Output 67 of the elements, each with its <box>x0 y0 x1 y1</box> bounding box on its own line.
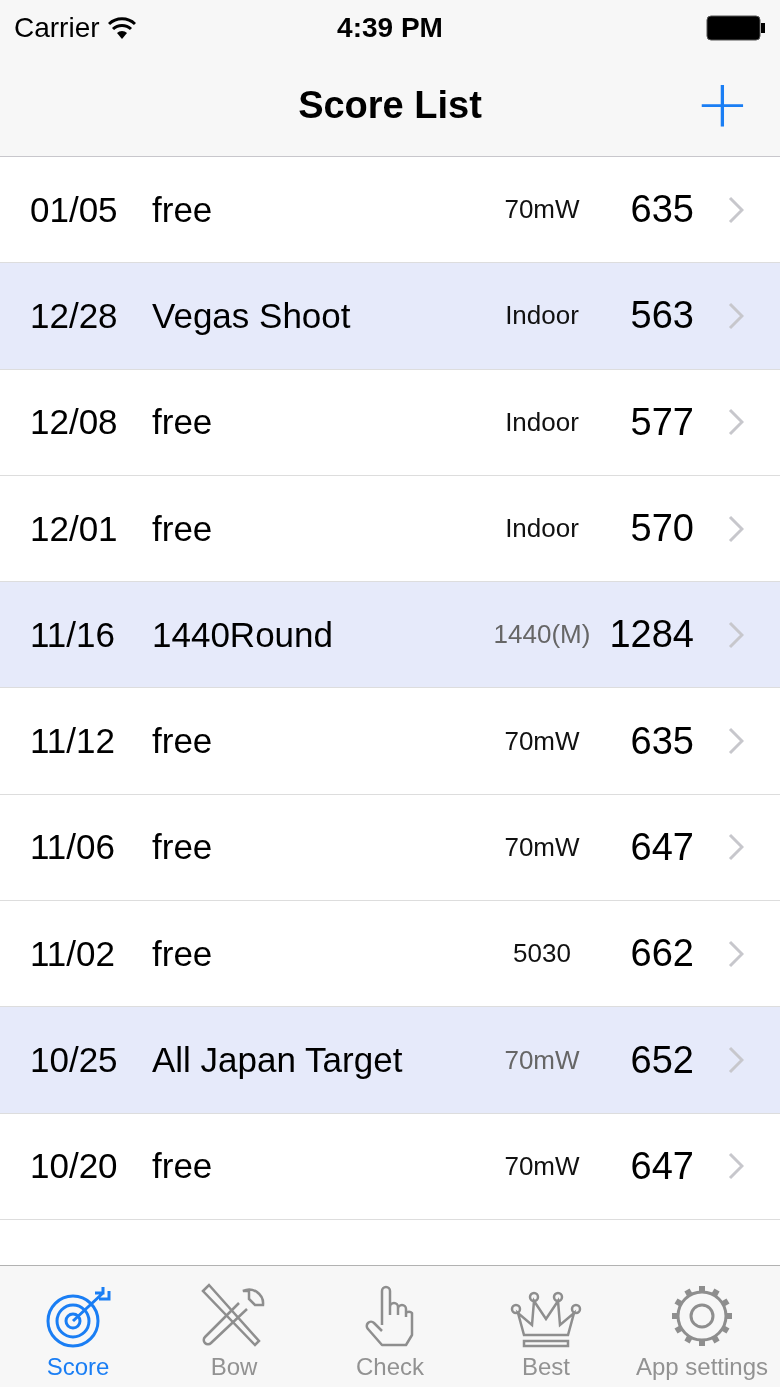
hand-icon <box>364 1285 416 1349</box>
event-name: free <box>152 402 214 443</box>
screen-title: Score List <box>298 84 482 127</box>
event-name: free <box>152 933 214 974</box>
chevron-icon <box>728 833 744 862</box>
date-label: 11/12 <box>30 721 116 762</box>
date-label: 10/25 <box>30 1040 119 1080</box>
date-label: 11/02 <box>30 933 116 974</box>
score-value: 577 <box>629 400 694 444</box>
round-label: 5030 <box>512 938 572 970</box>
date-label: 11/06 <box>30 827 116 868</box>
score-value: 647 <box>629 825 694 869</box>
score-row[interactable]: 12/08 free Indoor 577 <box>0 369 780 476</box>
round-label: 70mW <box>503 1150 581 1182</box>
round-label: 1440(M) <box>492 619 592 651</box>
score-value: 635 <box>629 719 694 763</box>
gear-icon <box>669 1283 735 1349</box>
crown-icon <box>510 1289 582 1349</box>
score-row[interactable]: 11/16 1440Round 1440(M) 1284 <box>0 582 780 689</box>
score-value: 570 <box>629 507 694 551</box>
event-name: free <box>152 1146 214 1187</box>
chevron-icon <box>728 195 744 224</box>
round-label: Indoor <box>504 513 580 545</box>
clock-time: 4:39 PM <box>337 11 443 43</box>
round-label: Indoor <box>504 300 580 332</box>
date-label: 12/28 <box>30 295 119 336</box>
event-name: free <box>152 721 214 762</box>
chevron-icon <box>728 408 744 437</box>
date-label: 01/05 <box>30 189 119 230</box>
date-label: 12/01 <box>30 508 119 549</box>
score-value: 662 <box>629 932 694 976</box>
score-value: 647 <box>629 1144 694 1188</box>
add-button[interactable]: + <box>694 73 750 135</box>
date-label: 12/08 <box>30 402 119 443</box>
score-row[interactable]: 11/06 free 70mW 647 <box>0 794 780 902</box>
chevron-icon <box>728 1046 744 1074</box>
chevron-icon <box>728 301 744 330</box>
round-label: 70mW <box>503 725 581 757</box>
score-row[interactable]: 10/20 free 70mW 647 <box>0 1113 780 1220</box>
chevron-icon <box>728 939 744 968</box>
score-value: 635 <box>629 188 694 232</box>
chevron-icon <box>728 1152 744 1181</box>
round-label: 70mW <box>503 194 581 226</box>
wifi-icon <box>107 16 136 39</box>
event-name: All Japan Target <box>152 1040 404 1080</box>
score-value: 563 <box>629 294 694 338</box>
score-value: 652 <box>629 1038 694 1082</box>
date-label: 10/20 <box>30 1146 119 1187</box>
chevron-icon <box>728 620 744 649</box>
score-row[interactable]: 12/28 Vegas Shoot Indoor 563 <box>0 263 780 370</box>
round-label: Indoor <box>504 406 580 438</box>
carrier-label: Carrier <box>14 11 100 44</box>
tab-button[interactable]: Score <box>0 1266 156 1387</box>
chevron-icon <box>728 514 744 543</box>
score-value: 1284 <box>608 613 694 657</box>
event-name: free <box>152 827 214 868</box>
chevron-icon <box>728 727 744 756</box>
event-name: 1440Round <box>152 614 334 655</box>
score-row[interactable]: 10/25 All Japan Target 70mW 652 <box>0 1007 780 1114</box>
date-label: 11/16 <box>30 614 116 655</box>
round-label: 70mW <box>503 831 581 863</box>
event-name: free <box>152 508 214 549</box>
event-name: Vegas Shoot <box>152 295 352 336</box>
battery-icon <box>706 14 766 41</box>
round-label: 70mW <box>503 1044 581 1076</box>
event-name: free <box>152 189 214 230</box>
score-row[interactable]: 11/12 free 70mW 635 <box>0 688 780 795</box>
